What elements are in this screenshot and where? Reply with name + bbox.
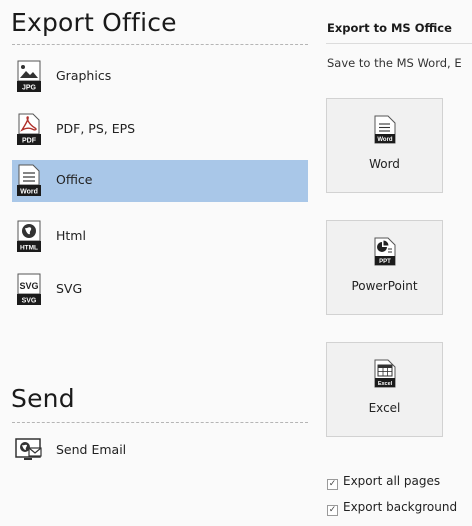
export-sidebar: Export Office JPG Graphics PDF PDF, PS, … [0, 0, 314, 526]
checkbox-label: Export all pages [343, 474, 441, 488]
sidebar-item-label: Send Email [56, 442, 127, 457]
ppt-doc-icon: PPT [374, 237, 396, 266]
sidebar-item-label: Office [56, 172, 93, 187]
sidebar-item-graphics[interactable]: JPG Graphics [12, 56, 308, 98]
checkbox-checked-icon: ✓ [327, 479, 338, 490]
html-file-icon: HTML [17, 220, 41, 252]
svg-text:PPT: PPT [379, 259, 391, 265]
sidebar-item-office[interactable]: Word Office [12, 160, 308, 202]
word-doc-icon: Word [374, 115, 396, 144]
export-title-divider [12, 44, 308, 45]
sidebar-item-label: PDF, PS, EPS [56, 121, 136, 136]
export-detail-panel: Export to MS Office Save to the MS Word,… [314, 0, 472, 526]
svg-text:HTML: HTML [20, 245, 38, 252]
sidebar-item-label: Html [56, 228, 86, 243]
sidebar-item-label: Graphics [56, 68, 112, 83]
sidebar-item-label: SVG [56, 281, 83, 296]
svg-text:SVG: SVG [22, 298, 37, 305]
export-button-label: Excel [368, 401, 401, 415]
export-background-checkbox[interactable]: ✓ Export background [327, 500, 457, 516]
checkbox-checked-icon: ✓ [327, 505, 338, 516]
detail-description: Save to the MS Word, E [327, 56, 462, 70]
detail-header-divider [326, 43, 472, 44]
checkbox-label: Export background [343, 500, 458, 514]
sidebar-item-html[interactable]: HTML Html [12, 216, 308, 258]
export-powerpoint-button[interactable]: PPT PowerPoint [326, 220, 443, 315]
svg-file-icon: SVG SVG [17, 273, 41, 305]
export-word-button[interactable]: Word Word [326, 98, 443, 193]
excel-doc-icon: Excel [374, 359, 396, 388]
export-section-title: Export Office [11, 8, 177, 37]
detail-header: Export to MS Office [327, 21, 452, 35]
svg-text:Excel: Excel [378, 381, 393, 387]
svg-text:Word: Word [20, 189, 38, 196]
svg-text:JPG: JPG [22, 85, 37, 92]
svg-text:Word: Word [377, 137, 393, 143]
send-email-icon [15, 436, 45, 468]
export-button-label: Word [369, 157, 400, 171]
svg-text:SVG: SVG [19, 281, 38, 291]
word-file-icon: Word [17, 164, 41, 196]
export-all-pages-checkbox[interactable]: ✓ Export all pages [327, 474, 440, 490]
svg-text:PDF: PDF [22, 138, 37, 145]
export-button-label: PowerPoint [351, 279, 418, 293]
export-excel-button[interactable]: Excel Excel [326, 342, 443, 437]
sidebar-item-send-email[interactable]: Send Email [12, 432, 308, 474]
send-title-divider [12, 422, 308, 423]
send-section-title: Send [11, 384, 75, 413]
sidebar-item-svg[interactable]: SVG SVG SVG [12, 269, 308, 311]
sidebar-item-pdf[interactable]: PDF PDF, PS, EPS [12, 109, 308, 151]
pdf-file-icon: PDF [17, 113, 41, 145]
jpg-file-icon: JPG [17, 60, 41, 92]
